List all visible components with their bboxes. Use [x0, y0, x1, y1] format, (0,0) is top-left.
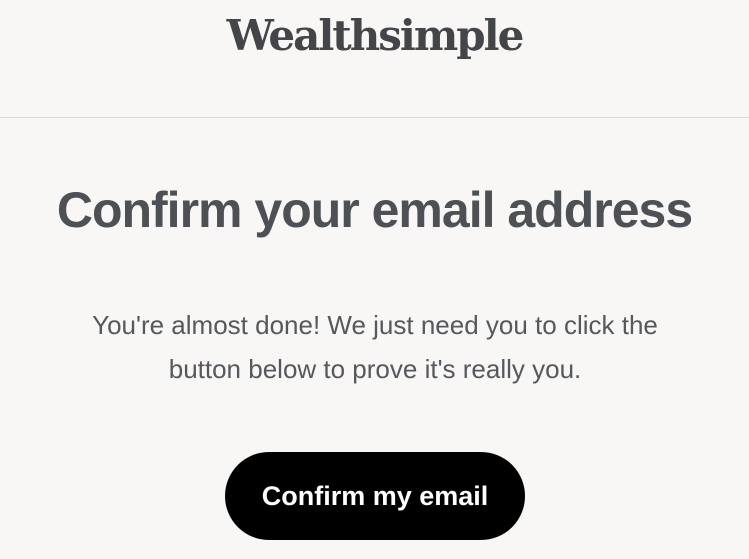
confirm-email-button[interactable]: Confirm my email — [225, 452, 525, 540]
page-title: Confirm your email address — [56, 182, 693, 238]
confirmation-message: You're almost done! We just need you to … — [55, 303, 695, 391]
wealthsimple-logo: Wealthsimple — [226, 11, 525, 60]
message-line-1: You're almost done! We just need you to … — [92, 310, 658, 340]
message-line-2: button below to prove it's really you. — [168, 354, 582, 384]
email-header: Wealthsimple — [0, 0, 749, 118]
